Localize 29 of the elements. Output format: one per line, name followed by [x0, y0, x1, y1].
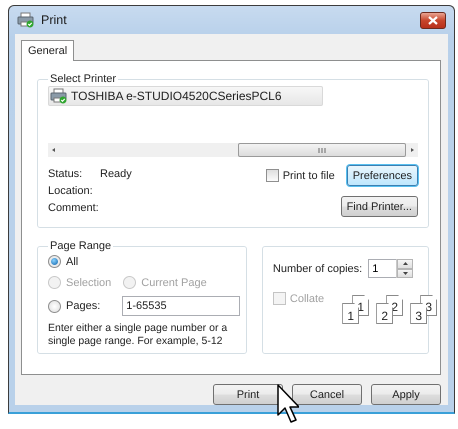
group-title: Page Range	[49, 240, 112, 252]
printer-icon	[17, 12, 35, 28]
collated-pages-drawing: 1 1	[338, 295, 372, 325]
close-icon	[428, 16, 438, 24]
horizontal-scrollbar[interactable]	[48, 143, 418, 157]
printer-icon	[50, 88, 68, 104]
info-label: Comment:	[48, 202, 100, 214]
radio-option[interactable]: Pages:	[48, 300, 100, 312]
pages-field[interactable]: 1-65535	[122, 296, 240, 316]
dialog-button[interactable]: Apply	[371, 384, 441, 405]
find-printer-button[interactable]: Find Printer...	[340, 196, 418, 217]
preferences-button[interactable]: Preferences	[346, 165, 418, 186]
printer-item[interactable]: TOSHIBA e-STUDIO4520CSeriesPCL6	[48, 86, 323, 106]
close-button[interactable]	[420, 12, 446, 28]
copies-field[interactable]: 1	[368, 259, 396, 278]
info-value: Ready	[100, 168, 133, 180]
dialog-button[interactable]: Cancel	[292, 384, 362, 405]
scrollbar-thumb[interactable]	[238, 143, 406, 157]
tab[interactable]: General	[21, 40, 74, 61]
copies-label: Number of copies:	[272, 262, 362, 274]
group-title: Select Printer	[49, 73, 118, 85]
spin-up-icon[interactable]	[397, 259, 414, 268]
dialog-button[interactable]: Print	[213, 384, 283, 405]
window-title: Print	[41, 13, 68, 27]
info-label: Status:	[48, 168, 84, 180]
print-to-file-checkbox[interactable]: Print to file	[266, 169, 335, 182]
info-label: Location:	[48, 184, 94, 196]
radio-option[interactable]: All	[48, 255, 236, 268]
page-range-hint: Enter either a single page number or a single page range. For example, 5-12	[48, 322, 228, 348]
